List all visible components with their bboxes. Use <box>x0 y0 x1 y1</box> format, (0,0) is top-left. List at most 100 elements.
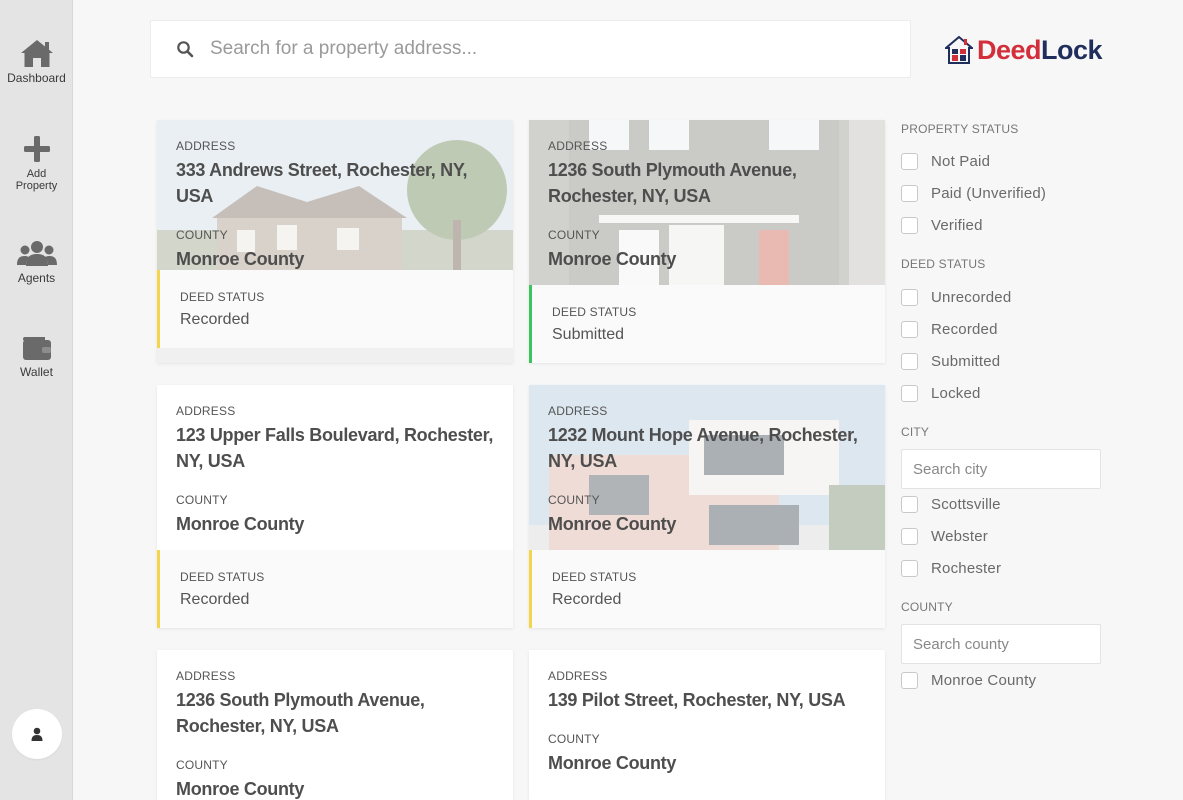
property-card-header: ADDRESS 1232 Mount Hope Avenue, Rocheste… <box>529 385 885 550</box>
deed-status-section: DEED STATUS Recorded <box>157 270 513 348</box>
checkbox[interactable] <box>901 289 918 306</box>
filter-option-submitted[interactable]: Submitted <box>901 353 1000 370</box>
filter-heading-deed-status: DEED STATUS <box>901 257 986 271</box>
brand-name-lock: Lock <box>1041 35 1103 65</box>
users-icon <box>16 241 57 266</box>
profile-button[interactable] <box>12 709 62 759</box>
filter-option-not-paid[interactable]: Not Paid <box>901 153 990 170</box>
deed-status-value: Recorded <box>180 591 250 608</box>
address-value: 123 Upper Falls Boulevard, Rochester, NY… <box>176 425 494 471</box>
property-card[interactable]: ADDRESS 123 Upper Falls Boulevard, Roche… <box>157 385 513 628</box>
nav-label-dashboard: Dashboard <box>7 71 66 85</box>
county-label: COUNTY <box>176 493 228 507</box>
nav-item-dashboard[interactable]: Dashboard <box>0 38 73 84</box>
address-label: ADDRESS <box>176 669 236 683</box>
county-value: Monroe County <box>548 753 677 773</box>
deedlock-logo: DeedLock <box>945 33 1103 67</box>
option-label: Paid (Unverified) <box>931 185 1047 202</box>
county-label: COUNTY <box>548 732 600 746</box>
plus-icon <box>23 136 50 162</box>
address-value: 333 Andrews Street, Rochester, NY, USA <box>176 160 468 206</box>
option-label: Submitted <box>931 353 1001 370</box>
sidebar: Dashboard Add Property Agents Wallet <box>0 0 73 800</box>
address-label: ADDRESS <box>548 669 608 683</box>
county-value: Monroe County <box>548 514 677 534</box>
option-label: Scottsville <box>931 496 1001 513</box>
address-value: 1236 South Plymouth Avenue, Rochester, N… <box>548 160 797 206</box>
deed-status-section: DEED STATUS Submitted <box>529 285 885 363</box>
checkbox[interactable] <box>901 528 918 545</box>
deed-status-value: Submitted <box>552 326 625 343</box>
checkbox[interactable] <box>901 321 918 338</box>
county-search-input[interactable] <box>901 624 1101 664</box>
filter-heading-property-status: PROPERTY STATUS <box>901 122 1019 136</box>
county-value: Monroe County <box>176 249 305 269</box>
user-icon <box>31 727 43 741</box>
brand-name: DeedLock <box>977 33 1103 67</box>
checkbox[interactable] <box>901 185 918 202</box>
option-label: Monroe County <box>931 672 1037 689</box>
county-value: Monroe County <box>548 249 677 269</box>
address-label: ADDRESS <box>548 404 608 418</box>
filter-heading-county: COUNTY <box>901 600 953 614</box>
checkbox[interactable] <box>901 353 918 370</box>
property-card[interactable]: ADDRESS 139 Pilot Street, Rochester, NY,… <box>529 650 885 800</box>
address-label: ADDRESS <box>176 404 236 418</box>
property-card-header: ADDRESS 139 Pilot Street, Rochester, NY,… <box>529 650 885 800</box>
address-value: 1236 South Plymouth Avenue, Rochester, N… <box>176 690 425 736</box>
filter-option-scottsville[interactable]: Scottsville <box>901 496 1001 513</box>
card-footer <box>157 348 513 363</box>
option-label: Verified <box>931 217 983 234</box>
wallet-icon <box>22 337 51 360</box>
county-label: COUNTY <box>548 493 600 507</box>
filter-option-rochester[interactable]: Rochester <box>901 560 1001 577</box>
nav-item-wallet[interactable]: Wallet <box>0 334 73 378</box>
filter-option-locked[interactable]: Locked <box>901 385 981 402</box>
property-search-input[interactable] <box>210 38 890 60</box>
city-search-input[interactable] <box>901 449 1101 489</box>
filter-option-monroe-county[interactable]: Monroe County <box>901 672 1036 689</box>
filter-option-paid-unverified[interactable]: Paid (Unverified) <box>901 185 1046 202</box>
nav-item-agents[interactable]: Agents <box>0 238 73 284</box>
property-card-header: ADDRESS 1236 South Plymouth Avenue, Roch… <box>529 120 885 285</box>
property-card[interactable]: ADDRESS 1232 Mount Hope Avenue, Rocheste… <box>529 385 885 628</box>
property-card[interactable]: ADDRESS 333 Andrews Street, Rochester, N… <box>157 120 513 363</box>
nav-label-agents: Agents <box>17 271 56 285</box>
checkbox[interactable] <box>901 496 918 513</box>
checkbox[interactable] <box>901 217 918 234</box>
address-value: 139 Pilot Street, Rochester, NY, USA <box>548 690 846 710</box>
deed-status-value: Recorded <box>180 311 250 328</box>
deed-status-value: Recorded <box>552 591 622 608</box>
checkbox[interactable] <box>901 385 918 402</box>
option-label: Not Paid <box>931 153 991 170</box>
deed-status-section: DEED STATUS Recorded <box>529 550 885 628</box>
county-value: Monroe County <box>176 779 305 799</box>
deed-status-section: DEED STATUS Recorded <box>157 550 513 628</box>
filter-option-webster[interactable]: Webster <box>901 528 988 545</box>
property-card[interactable]: ADDRESS 1236 South Plymouth Avenue, Roch… <box>529 120 885 363</box>
address-label: ADDRESS <box>176 139 236 153</box>
filter-option-unrecorded[interactable]: Unrecorded <box>901 289 1011 306</box>
filter-option-recorded[interactable]: Recorded <box>901 321 998 338</box>
option-label: Rochester <box>931 560 1002 577</box>
deed-status-label: DEED STATUS <box>180 570 265 584</box>
nav-item-add-property[interactable]: Add Property <box>0 134 73 192</box>
deed-status-label: DEED STATUS <box>180 290 265 304</box>
filter-option-verified[interactable]: Verified <box>901 217 983 234</box>
property-card[interactable]: ADDRESS 1236 South Plymouth Avenue, Roch… <box>157 650 513 800</box>
address-value: 1232 Mount Hope Avenue, Rochester, NY, U… <box>548 425 858 471</box>
county-value: Monroe County <box>176 514 305 534</box>
checkbox[interactable] <box>901 672 918 689</box>
property-search-bar <box>150 20 911 78</box>
property-card-header: ADDRESS 333 Andrews Street, Rochester, N… <box>157 120 513 270</box>
property-card-header: ADDRESS 1236 South Plymouth Avenue, Roch… <box>157 650 513 800</box>
house-lock-logo-icon <box>945 35 973 64</box>
deed-status-label: DEED STATUS <box>552 305 637 319</box>
checkbox[interactable] <box>901 153 918 170</box>
county-label: COUNTY <box>176 758 228 772</box>
property-card-header: ADDRESS 123 Upper Falls Boulevard, Roche… <box>157 385 513 550</box>
option-label: Webster <box>931 528 988 545</box>
nav-label-add-property: Add Property <box>15 168 58 192</box>
address-label: ADDRESS <box>548 139 608 153</box>
checkbox[interactable] <box>901 560 918 577</box>
